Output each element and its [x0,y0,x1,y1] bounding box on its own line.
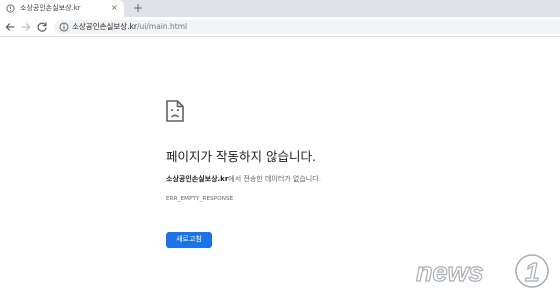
error-title: 페이지가 작동하지 않습니다. [166,149,316,164]
tab-title: 소상공인손실보상.kr [20,4,81,12]
url-text[interactable]: 소상공인손실보상.kr/ui/main.html [72,22,187,32]
reload-icon[interactable] [36,21,48,33]
tab-strip: 소상공인손실보상.kr × + [0,0,560,17]
error-description-text: 에서 전송한 데이터가 없습니다. [228,175,321,183]
watermark-brand: news [416,257,484,287]
tab-close-icon[interactable]: × [111,3,118,13]
info-icon[interactable] [59,22,69,32]
error-globe-icon [6,4,15,13]
url-path: /ui/main.html [137,22,188,31]
address-bar[interactable]: 소상공인손실보상.kr/ui/main.html [54,20,560,34]
browser-toolbar: 소상공인손실보상.kr/ui/main.html [0,17,560,37]
browser-tab[interactable]: 소상공인손실보상.kr × [0,0,124,17]
error-description: 소상공인손실보상.kr에서 전송한 데이터가 없습니다. [166,174,321,184]
reload-button[interactable]: 새로고침 [166,232,212,248]
error-code: ERR_EMPTY_RESPONSE [166,196,234,202]
watermark-digit: 1 [525,257,539,287]
forward-arrow-icon[interactable] [20,21,32,33]
sad-page-icon [166,100,184,122]
url-host: 소상공인손실보상.kr [72,22,138,31]
back-arrow-icon[interactable] [4,21,16,33]
error-host: 소상공인손실보상.kr [166,175,229,183]
new-tab-button[interactable]: + [133,1,143,15]
news1-watermark-logo: news 1 [415,254,549,288]
